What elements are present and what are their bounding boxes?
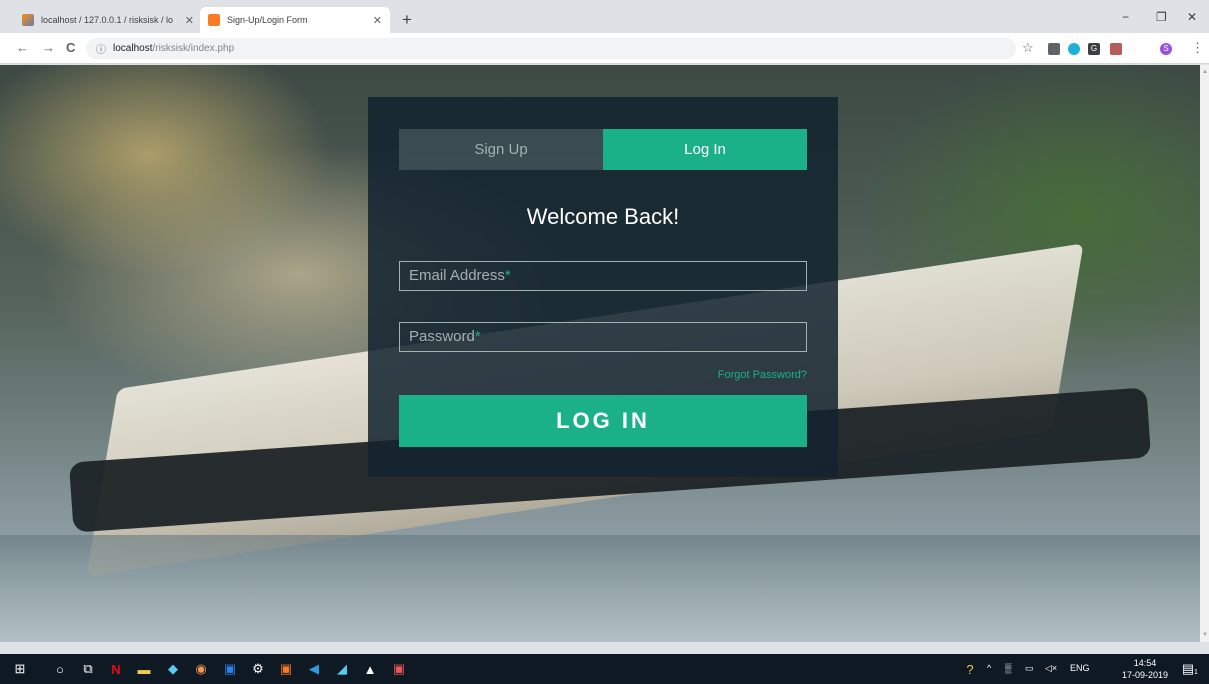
xampp-icon	[208, 14, 220, 26]
phpmyadmin-icon	[22, 14, 34, 26]
login-form: Sign Up Log In Welcome Back! Email Addre…	[368, 97, 838, 477]
g-extension-icon[interactable]: G	[1088, 43, 1100, 55]
pdf-extension-icon[interactable]	[1110, 43, 1122, 55]
back-button[interactable]: ←	[16, 40, 29, 56]
profile-avatar[interactable]: S	[1160, 43, 1172, 55]
tab-phpmyadmin[interactable]: localhost / 127.0.0.1 / risksisk / lo ✕	[14, 7, 202, 33]
forgot-password-link[interactable]: Forgot Password?	[718, 369, 807, 381]
bookmark-star-icon[interactable]: ☆	[1022, 40, 1034, 56]
tab-close-icon[interactable]: ✕	[373, 14, 382, 27]
reload-button[interactable]: C	[66, 40, 75, 56]
tab-signup-login-form[interactable]: Sign-Up/Login Form ✕	[200, 7, 390, 33]
notification-count: 1	[1194, 669, 1198, 676]
settings-gear-icon[interactable]: ⚙	[250, 661, 266, 677]
chrome-icon[interactable]: ◉	[193, 661, 209, 677]
volume-icon[interactable]: ◁×	[1045, 663, 1057, 674]
url-path: /risksisk/index.php	[152, 43, 235, 54]
browser-menu-icon[interactable]: ⋮	[1191, 40, 1204, 56]
page-scrollbar[interactable]: ▲ ▼	[1200, 65, 1209, 642]
scroll-up-icon[interactable]: ▲	[1202, 69, 1208, 75]
windows-taskbar: ⊞ ○ ⧉ N ▬ ◆ ◉ ▣ ⚙ ▣ ◀ ◢ ▲ ▣ ? ^ ▒ ▭ ◁× E…	[0, 654, 1209, 684]
tab-title: localhost / 127.0.0.1 / risksisk / lo	[41, 15, 174, 25]
task-view-icon[interactable]: ⧉	[80, 661, 96, 677]
welcome-heading: Welcome Back!	[526, 204, 680, 229]
help-icon[interactable]: ?	[962, 661, 978, 677]
background-table	[0, 535, 1200, 642]
language-indicator[interactable]: ENG	[1070, 663, 1090, 673]
tab-close-icon[interactable]: ✕	[185, 14, 194, 27]
show-hidden-icons-icon[interactable]: ^	[987, 663, 991, 673]
xampp-icon[interactable]: ▣	[278, 661, 294, 677]
tab-login[interactable]: Log In	[603, 129, 807, 170]
tab-signup[interactable]: Sign Up	[399, 129, 603, 170]
media-app-icon[interactable]: ▣	[391, 661, 407, 677]
info-icon[interactable]: ⓘ	[96, 41, 106, 56]
scroll-down-icon[interactable]: ▼	[1202, 632, 1208, 638]
circle-extension-icon[interactable]	[1068, 43, 1080, 55]
vscode-icon[interactable]: ◀	[306, 661, 322, 677]
store-icon[interactable]: ◆	[165, 661, 181, 677]
url-host: localhost	[113, 43, 153, 54]
word-icon[interactable]: ▣	[222, 661, 238, 677]
windows-start-icon[interactable]: ⊞	[12, 661, 28, 677]
system-clock[interactable]: 14:54 17-09-2019	[1121, 657, 1169, 681]
clock-date: 17-09-2019	[1121, 670, 1169, 680]
battery-icon[interactable]: ▭	[1025, 663, 1034, 674]
clock-time: 14:54	[1133, 658, 1157, 668]
maximize-button[interactable]: ❐	[1156, 10, 1167, 24]
forward-button[interactable]: →	[42, 40, 55, 56]
url-bar[interactable]: ⓘ localhost /risksisk/index.php	[86, 38, 1016, 59]
minimize-button[interactable]: −	[1122, 10, 1129, 24]
form-tabs: Sign Up Log In	[399, 129, 807, 170]
app-icon[interactable]: ◢	[334, 661, 350, 677]
email-input[interactable]	[400, 262, 806, 290]
browser-tab-strip: localhost / 127.0.0.1 / risksisk / lo ✕ …	[0, 0, 1209, 33]
login-button[interactable]: LOG IN	[399, 395, 807, 447]
address-toolbar: ← → C ⓘ localhost /risksisk/index.php ☆ …	[0, 33, 1209, 64]
tab-title: Sign-Up/Login Form	[227, 15, 308, 25]
camera-extension-icon[interactable]	[1048, 43, 1060, 55]
password-field[interactable]: Password*	[399, 322, 807, 352]
file-explorer-icon[interactable]: ▬	[136, 661, 152, 677]
close-window-button[interactable]: ✕	[1187, 10, 1197, 24]
new-tab-button[interactable]: +	[402, 10, 412, 30]
email-field[interactable]: Email Address*	[399, 261, 807, 291]
netflix-icon[interactable]: N	[108, 661, 124, 677]
network-icon[interactable]: ▒	[1005, 663, 1011, 673]
password-input[interactable]	[400, 323, 806, 351]
photos-icon[interactable]: ▲	[362, 661, 378, 677]
search-icon[interactable]: ○	[52, 661, 68, 677]
